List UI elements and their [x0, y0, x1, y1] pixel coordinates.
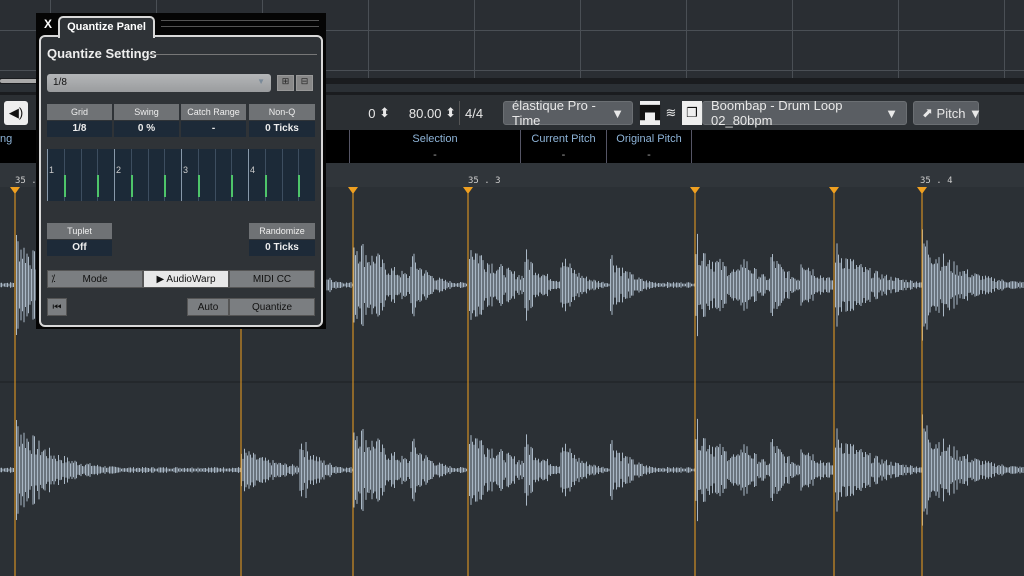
value-text: 0 [368, 105, 376, 121]
tuplet-value[interactable]: Off [47, 240, 112, 256]
quantize-settings-body: Quantize Settings 1/8 ▼ ⊞ ⊟ Grid Swing Ca… [39, 35, 323, 327]
signature-field[interactable]: 4/4 [459, 101, 501, 125]
reset-icon[interactable]: ⏮ [47, 298, 67, 316]
grid-hit-marker [97, 175, 100, 197]
grid-value[interactable]: 1/8 [47, 121, 112, 137]
midi-cc-button[interactable]: MIDI CC [229, 270, 315, 288]
info-label: Current Pitch [531, 133, 596, 145]
pitch-icon: ⬈ [922, 105, 933, 120]
non-q-label: Non-Q [249, 104, 315, 120]
preset-dropdown[interactable]: 1/8 ▼ [47, 74, 271, 92]
mode-icon: ⁒ [51, 274, 56, 285]
grid-line [80, 149, 82, 201]
swing-label: Swing [114, 104, 179, 120]
non-q-value[interactable]: 0 Ticks [249, 121, 315, 137]
speaker-icon[interactable]: ◀) [4, 101, 28, 125]
ruler-label: 35 . 4 [920, 176, 953, 186]
grid-hit-marker [264, 175, 267, 197]
pitch-label: Pitch [936, 105, 966, 121]
beat-label: 3 [183, 165, 189, 175]
audiowarp-icon: ▶ [156, 274, 165, 285]
grid-hit-marker [231, 175, 234, 197]
grid-line [214, 149, 216, 201]
info-value: - [647, 149, 651, 161]
swing-value[interactable]: 0 % [114, 121, 179, 137]
grid-hit-marker [298, 175, 301, 197]
tempo-text: 80.00 [408, 105, 442, 121]
grid-label: Grid [47, 104, 112, 120]
mode-button[interactable]: ⁒ Mode [47, 270, 143, 288]
catch-range-value[interactable]: - [181, 121, 246, 137]
tempo-field[interactable]: 80.00 ⬍ [398, 101, 456, 125]
audiowarp-button[interactable]: ▶ AudioWarp [143, 270, 229, 288]
chevron-down-icon: ▼ [257, 77, 265, 86]
quantize-panel: X Quantize Panel Quantize Settings 1/8 ▼ … [36, 13, 326, 329]
auto-button[interactable]: Auto [187, 298, 229, 316]
info-label: Selection [412, 133, 458, 145]
beat-label: 1 [49, 165, 55, 175]
add-preset-icon[interactable]: ⊞ [277, 75, 294, 91]
grid-hit-marker [130, 175, 133, 197]
remove-preset-icon[interactable]: ⊟ [296, 75, 313, 91]
info-selection[interactable]: Selection - [349, 130, 520, 163]
grid-line [147, 149, 149, 201]
algorithm-dropdown[interactable]: élastique Pro - Time ▼ [503, 98, 633, 128]
grid-line [248, 149, 249, 201]
copy-icon[interactable]: ❐ [682, 101, 702, 125]
info-current-pitch[interactable]: Current Pitch - [520, 130, 606, 163]
tab-quantize-panel[interactable]: Quantize Panel [58, 16, 155, 38]
info-value: - [561, 149, 566, 161]
value-field[interactable]: 0 ⬍ [350, 101, 390, 125]
info-value: - [433, 149, 437, 161]
tuplet-label: Tuplet [47, 223, 112, 239]
mode-label: Mode [82, 274, 108, 285]
randomize-label: Randomize [249, 223, 315, 239]
quantize-button[interactable]: Quantize [229, 298, 315, 316]
info-original-pitch[interactable]: Original Pitch - [606, 130, 692, 163]
grid-hit-marker [164, 175, 167, 197]
grid-line [47, 149, 48, 201]
stepper-icon[interactable]: ⬍ [379, 105, 390, 121]
algorithm-label: élastique Pro - Time [512, 98, 596, 128]
beat-label: 2 [116, 165, 122, 175]
audiowarp-label: AudioWarp [166, 274, 216, 285]
snap-icon[interactable]: ▛▜ [640, 101, 660, 125]
grid-line [114, 149, 115, 201]
beat-label: 4 [250, 165, 256, 175]
randomize-value[interactable]: 0 Ticks [249, 240, 315, 256]
pitch-dropdown[interactable]: ⬈ Pitch ▼ [913, 101, 982, 125]
info-fragment: ng [0, 133, 13, 145]
grid-line [281, 149, 283, 201]
info-label: Original Pitch [616, 133, 682, 145]
quantize-grid-preview[interactable]: 1 2 3 4 [47, 149, 315, 201]
grid-line [181, 149, 182, 201]
ruler-label: 35 . 3 [468, 176, 501, 186]
clip-label: Boombap - Drum Loop 02_80bpm [711, 98, 843, 128]
close-button[interactable]: X [44, 17, 52, 31]
catch-range-label: Catch Range [181, 104, 246, 120]
section-title: Quantize Settings [47, 46, 157, 61]
layers-icon[interactable]: ≋ [662, 101, 680, 125]
grid-hit-marker [197, 175, 200, 197]
clip-dropdown[interactable]: Boombap - Drum Loop 02_80bpm ▼ [702, 98, 907, 128]
preset-value: 1/8 [53, 77, 67, 88]
stepper-icon[interactable]: ⬍ [445, 105, 456, 121]
grid-hit-marker [63, 175, 66, 197]
